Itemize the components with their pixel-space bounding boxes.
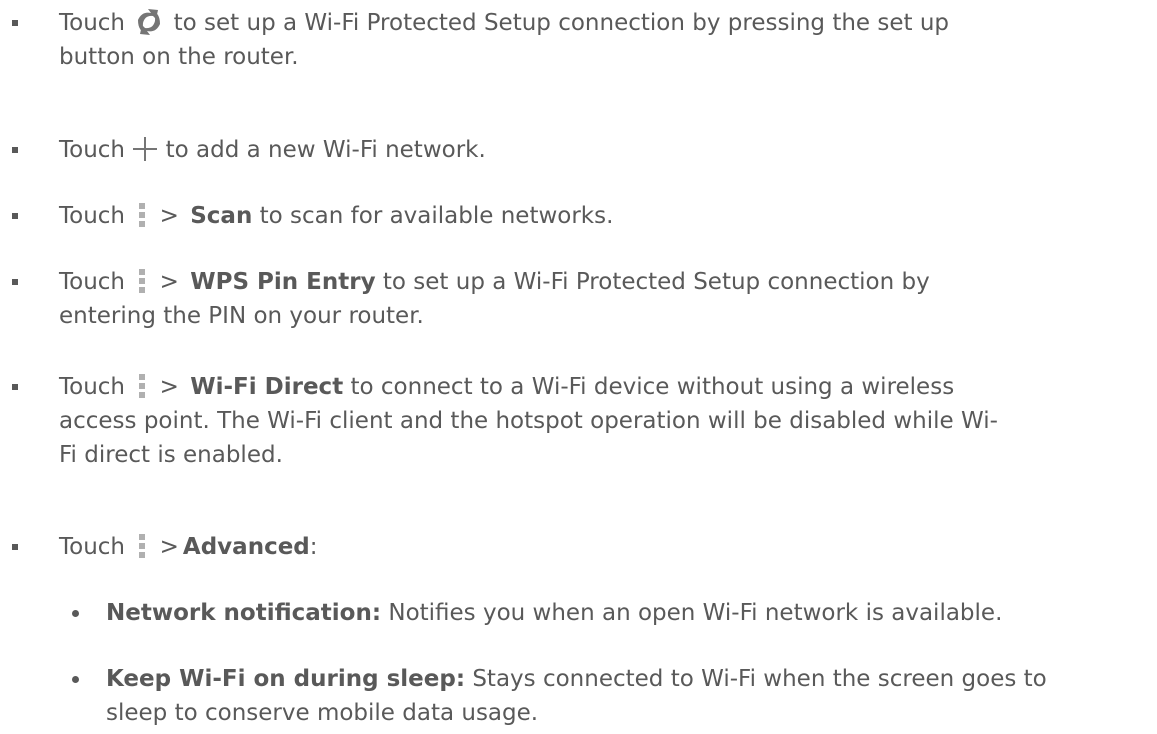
- touch-label: Touch: [59, 374, 126, 400]
- bullet-square: [12, 384, 18, 390]
- bullet-square: [12, 544, 18, 550]
- menu-option-label: Advanced: [182, 534, 310, 560]
- instruction-text: to connect to a Wi-Fi device without usi…: [350, 374, 955, 400]
- setting-name: Network notification:: [106, 600, 382, 626]
- menu-dots-icon: [138, 202, 146, 228]
- separator: >: [159, 269, 179, 295]
- instruction-text: to set up a Wi-Fi Protected Setup connec…: [382, 269, 930, 295]
- separator: >: [159, 203, 179, 229]
- touch-label: Touch: [59, 203, 126, 229]
- setting-name: Keep Wi-Fi on during sleep:: [106, 666, 466, 692]
- instruction-text: :: [309, 534, 318, 560]
- separator: >: [159, 374, 179, 400]
- setting-description: Stays connected to Wi-Fi when the screen…: [472, 666, 1047, 692]
- menu-option-label: Wi-Fi Direct: [190, 374, 344, 400]
- bullet-dot: [72, 676, 79, 683]
- setting-description: Notifies you when an open Wi-Fi network …: [388, 600, 1003, 626]
- touch-label: Touch: [59, 137, 126, 163]
- bullet-square: [12, 20, 18, 26]
- touch-label: Touch: [59, 10, 126, 36]
- instruction-text: to set up a Wi-Fi Protected Setup connec…: [173, 10, 950, 36]
- touch-label: Touch: [59, 269, 126, 295]
- bullet-dot: [72, 610, 79, 617]
- separator: >: [159, 534, 179, 560]
- bullet-square: [12, 213, 18, 219]
- menu-dots-icon: [138, 373, 146, 399]
- menu-option-label: WPS Pin Entry: [190, 269, 376, 295]
- wps-icon: [132, 7, 166, 37]
- bullet-square: [12, 147, 18, 153]
- bullet-square: [12, 279, 18, 285]
- instruction-text-cont: button on the router.: [59, 44, 299, 70]
- menu-dots-icon: [138, 268, 146, 294]
- instruction-text: to scan for available networks.: [259, 203, 614, 229]
- menu-option-label: Scan: [190, 203, 253, 229]
- instruction-text: to add a new Wi-Fi network.: [165, 137, 486, 163]
- setting-description-cont: sleep to conserve mobile data usage.: [106, 700, 539, 726]
- instruction-text-cont: Fi direct is enabled.: [59, 442, 283, 468]
- touch-label: Touch: [59, 534, 126, 560]
- instruction-text-cont: access point. The Wi-Fi client and the h…: [59, 408, 998, 434]
- instruction-text-cont: entering the PIN on your router.: [59, 303, 424, 329]
- menu-dots-icon: [138, 533, 146, 559]
- plus-icon: [132, 136, 158, 162]
